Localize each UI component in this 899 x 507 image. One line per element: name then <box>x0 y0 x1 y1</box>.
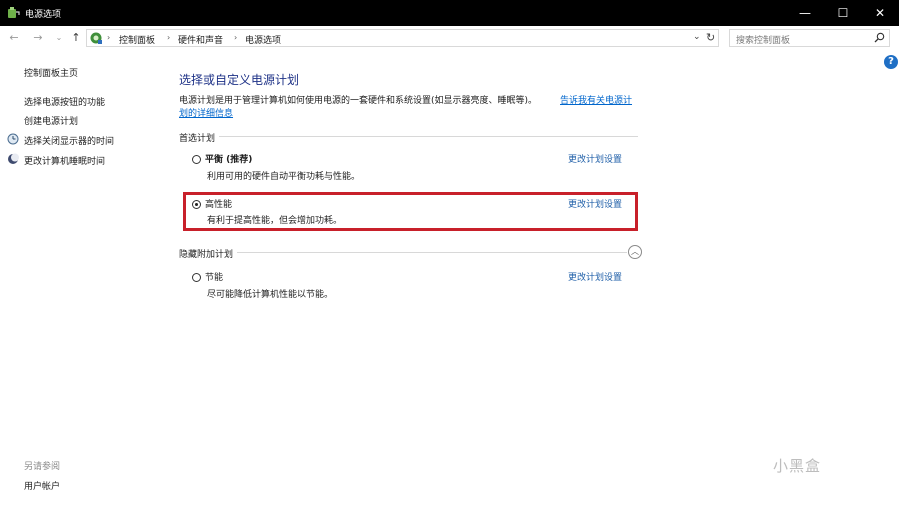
power-plan-info-link-line2[interactable]: 划的详细信息 <box>179 106 233 119</box>
breadcrumb-power-options[interactable]: 电源选项 <box>245 33 281 46</box>
help-icon[interactable]: ? <box>884 55 898 69</box>
minimize-button[interactable]: — <box>786 0 824 26</box>
sidebar-user-accounts-link[interactable]: 用户帐户 <box>24 479 60 492</box>
search-placeholder: 搜索控制面板 <box>736 36 791 46</box>
high-performance-plan-radio[interactable] <box>192 200 201 209</box>
recent-locations-chevron-icon[interactable]: ⌄ <box>52 31 66 45</box>
power-saver-plan-name[interactable]: 节能 <box>205 270 223 283</box>
balanced-plan-description: 利用可用的硬件自动平衡功耗与性能。 <box>207 172 361 182</box>
breadcrumb-hardware-sound[interactable]: 硬件和声音 <box>178 33 223 46</box>
up-arrow-icon[interactable]: ↑ <box>69 31 83 45</box>
power-saver-plan-description: 尽可能降低计算机性能以节能。 <box>207 290 334 300</box>
hidden-plans-label: 隐藏附加计划 <box>179 247 238 260</box>
title-bar: 电源选项 — ☐ ✕ <box>0 0 899 26</box>
page-title: 选择或自定义电源计划 <box>179 73 300 87</box>
address-bar[interactable]: › 控制面板 › 硬件和声音 › 电源选项 ⌄ ↻ <box>86 29 719 47</box>
search-input[interactable]: 搜索控制面板 <box>729 29 890 47</box>
breadcrumb-separator: › <box>107 33 111 42</box>
power-saver-change-settings-link[interactable]: 更改计划设置 <box>568 270 622 283</box>
display-clock-icon <box>7 133 19 145</box>
sidebar-item-power-buttons[interactable]: 选择电源按钮的功能 <box>24 95 105 108</box>
maximize-button[interactable]: ☐ <box>824 0 862 26</box>
sidebar-home-link[interactable]: 控制面板主页 <box>24 66 78 79</box>
sidebar-item-display-off[interactable]: 选择关闭显示器的时间 <box>24 134 114 147</box>
section-divider <box>179 136 638 137</box>
control-panel-icon <box>90 32 102 44</box>
watermark-logo: 小黑盒 <box>773 457 822 475</box>
balanced-change-settings-link[interactable]: 更改计划设置 <box>568 152 622 165</box>
balanced-plan-name[interactable]: 平衡 (推荐) <box>205 152 252 165</box>
see-also-label: 另请参阅 <box>24 462 61 472</box>
high-performance-plan-name[interactable]: 高性能 <box>205 197 232 210</box>
collapse-chevron-icon[interactable]: ︿ <box>628 245 642 259</box>
section-divider <box>179 252 627 253</box>
address-dropdown-chevron-icon[interactable]: ⌄ <box>693 32 701 42</box>
power-options-icon <box>8 7 20 18</box>
high-performance-plan-description: 有利于提高性能，但会增加功耗。 <box>207 216 343 226</box>
navigation-bar: ← → ⌄ ↑ › 控制面板 › 硬件和声音 › 电源选项 ⌄ ↻ 搜索控制面板 <box>0 26 899 51</box>
power-plan-info-link[interactable]: 告诉我有关电源计 <box>560 93 632 106</box>
preferred-plans-label: 首选计划 <box>179 131 220 144</box>
window-title: 电源选项 <box>25 10 62 20</box>
sleep-moon-icon <box>8 153 19 164</box>
high-performance-change-settings-link[interactable]: 更改计划设置 <box>568 197 622 210</box>
balanced-plan-radio[interactable] <box>192 155 201 164</box>
search-icon[interactable] <box>874 32 885 43</box>
sidebar-item-sleep-time[interactable]: 更改计算机睡眠时间 <box>24 154 105 167</box>
refresh-icon[interactable]: ↻ <box>706 31 715 44</box>
power-saver-plan-radio[interactable] <box>192 273 201 282</box>
breadcrumb-control-panel[interactable]: 控制面板 <box>119 33 155 46</box>
sidebar-item-create-plan[interactable]: 创建电源计划 <box>24 114 78 127</box>
page-description: 电源计划是用于管理计算机如何使用电源的一套硬件和系统设置(如显示器亮度、睡眠等)… <box>179 96 538 106</box>
breadcrumb-separator: › <box>167 33 171 42</box>
breadcrumb-separator: › <box>234 33 238 42</box>
forward-arrow-icon[interactable]: → <box>31 31 45 45</box>
back-arrow-icon[interactable]: ← <box>7 31 21 45</box>
close-button[interactable]: ✕ <box>861 0 899 26</box>
